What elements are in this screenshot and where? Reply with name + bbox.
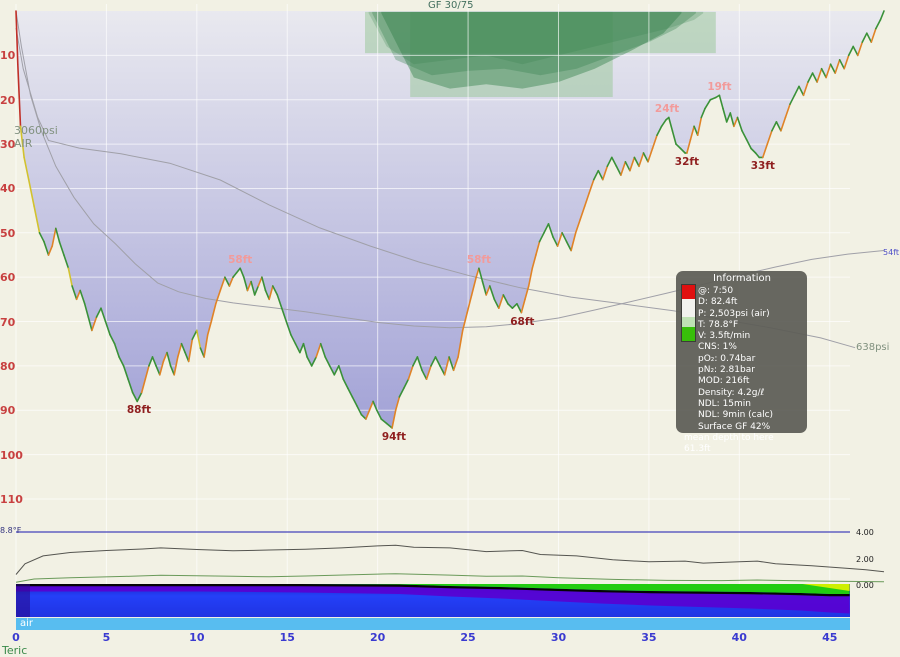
tooltip-line: D: 82.4ft xyxy=(698,297,802,308)
gauge-segment xyxy=(682,285,695,299)
tooltip-line: V: 3.5ft/min xyxy=(698,331,802,342)
tooltip-line: Surface GF 42% xyxy=(698,422,802,433)
tooltip-line: NDL: 9min (calc) xyxy=(698,410,802,421)
tooltip-line: @: 7:50 xyxy=(698,286,802,297)
tooltip-line: CNS: 1% xyxy=(698,342,802,353)
gauge-segment xyxy=(682,317,695,327)
po2-line xyxy=(16,574,884,583)
dive-profile-page: { "header": { "gradient_factor_label": "… xyxy=(0,0,900,652)
gas-band xyxy=(16,618,850,630)
tooltip-line: T: 78.8°F xyxy=(698,320,802,331)
gauge-segment xyxy=(682,327,695,341)
tooltip-line: mean depth to here 61.3ft xyxy=(684,433,802,456)
tooltip-line: pO₂: 0.74bar xyxy=(698,354,802,365)
tooltip-line: MOD: 216ft xyxy=(698,376,802,387)
heatmap-left-smudge xyxy=(16,584,30,617)
tooltip-line: P: 2,503psi (air) xyxy=(698,309,802,320)
information-tooltip[interactable]: Information @: 7:50D: 82.4ftP: 2,503psi … xyxy=(676,271,807,433)
tooltip-line: pN₂: 2.81bar xyxy=(698,365,802,376)
tooltip-title: Information xyxy=(682,273,802,284)
pn2-line xyxy=(16,545,884,574)
tooltip-line: Density: 4.2g/ℓ xyxy=(698,388,802,399)
gauge-segment xyxy=(682,299,695,317)
tooltip-lines: @: 7:50D: 82.4ftP: 2,503psi (air)T: 78.8… xyxy=(698,286,802,455)
tooltip-line: NDL: 15min xyxy=(698,399,802,410)
tissue-saturation-gauge xyxy=(681,284,696,342)
